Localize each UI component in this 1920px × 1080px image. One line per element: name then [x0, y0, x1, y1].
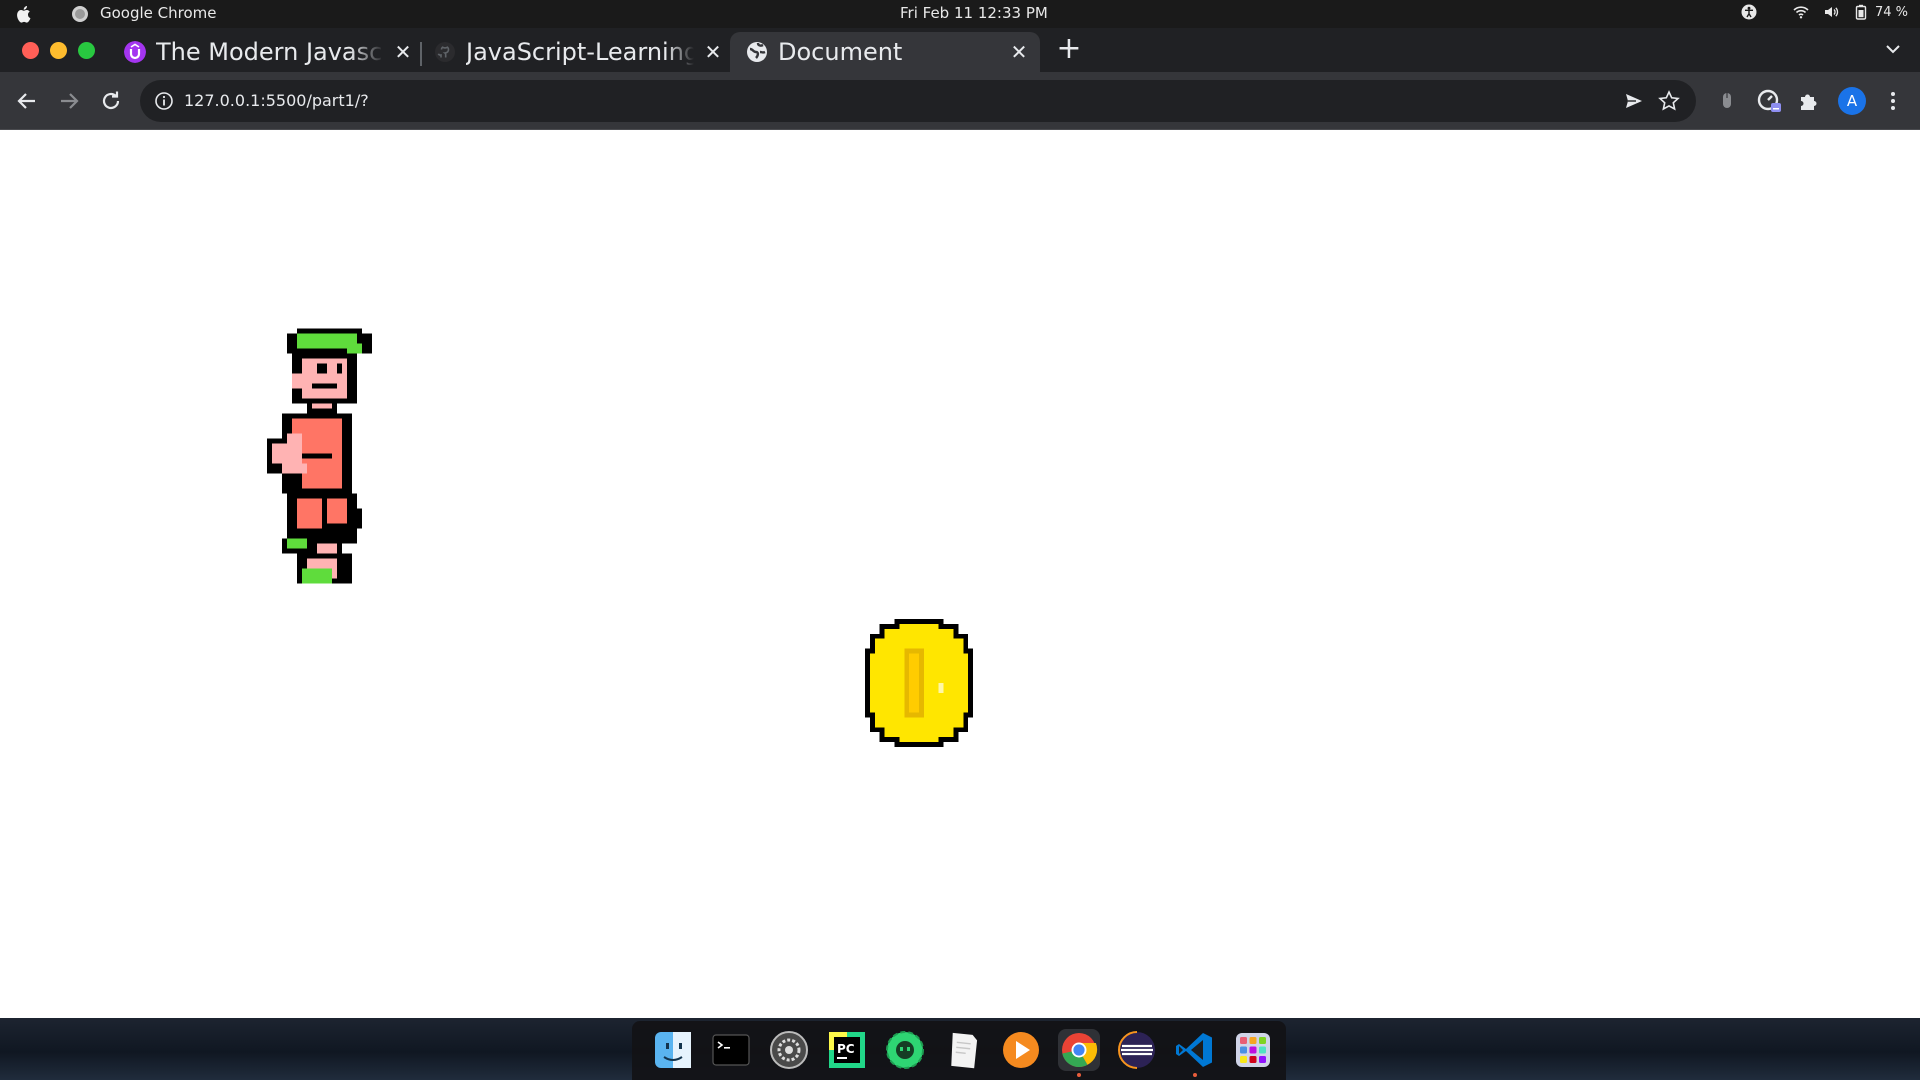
- player-sprite[interactable]: [262, 328, 392, 584]
- browser-toolbar: 127.0.0.1:5500/part1/? A: [0, 72, 1920, 130]
- info-icon[interactable]: [154, 91, 174, 111]
- text-editor-icon[interactable]: [942, 1029, 984, 1071]
- reload-button[interactable]: [98, 88, 124, 114]
- tab-github[interactable]: JavaScript-Learning/Coin-Game ✕: [434, 32, 724, 72]
- send-icon[interactable]: [1624, 91, 1644, 111]
- pycharm-label: PC: [837, 1042, 855, 1056]
- finder-icon[interactable]: [652, 1029, 694, 1071]
- running-indicator: [1193, 1073, 1197, 1077]
- extension-speedometer-icon[interactable]: [1756, 88, 1782, 114]
- active-app-name[interactable]: Google Chrome: [100, 4, 217, 22]
- close-tab-icon[interactable]: ✕: [702, 41, 724, 63]
- page-viewport: [0, 130, 1920, 1018]
- chrome-app-icon: [72, 6, 88, 22]
- chrome-menu-icon[interactable]: [1880, 88, 1906, 114]
- address-bar[interactable]: 127.0.0.1:5500/part1/?: [140, 80, 1696, 122]
- clock[interactable]: Fri Feb 11 12:33 PM: [900, 4, 1048, 22]
- dock: PC: [632, 1021, 1286, 1080]
- running-indicator: [1077, 1073, 1081, 1077]
- eclipse-icon[interactable]: [1116, 1029, 1158, 1071]
- forward-button[interactable]: [56, 88, 82, 114]
- new-tab-button[interactable]: +: [1056, 34, 1082, 64]
- tab-title: Document: [778, 38, 903, 66]
- coin-sprite[interactable]: [860, 618, 978, 748]
- app-grid-icon[interactable]: [1232, 1029, 1274, 1071]
- pycharm-icon[interactable]: PC: [826, 1029, 868, 1071]
- tab-title: The Modern Javascript Bootcamp: [156, 38, 384, 66]
- system-tray: 74 %: [1741, 4, 1908, 20]
- zoom-window-button[interactable]: [78, 42, 95, 59]
- wifi-icon[interactable]: [1793, 4, 1809, 20]
- extensions-puzzle-icon[interactable]: [1796, 88, 1822, 114]
- battery-percent: 74 %: [1874, 4, 1908, 20]
- tab-strip: The Modern Javascript Bootcamp ✕ JavaScr…: [0, 28, 1920, 72]
- chevron-down-icon[interactable]: [1882, 38, 1904, 60]
- extension-mouse-icon[interactable]: [1714, 88, 1740, 114]
- close-window-button[interactable]: [22, 42, 39, 59]
- github-icon: [435, 42, 455, 62]
- bookmark-star-icon[interactable]: [1658, 90, 1680, 112]
- globe-icon: [747, 42, 767, 62]
- media-player-icon[interactable]: [1000, 1029, 1042, 1071]
- terminal-icon[interactable]: [710, 1029, 752, 1071]
- close-tab-icon[interactable]: ✕: [1008, 41, 1030, 63]
- tab-document[interactable]: Document ✕: [730, 32, 1040, 72]
- url-text[interactable]: 127.0.0.1:5500/part1/?: [184, 91, 369, 110]
- chrome-icon[interactable]: [1058, 1029, 1100, 1077]
- back-button[interactable]: [14, 88, 40, 114]
- udemy-icon: [124, 41, 146, 63]
- tab-udemy[interactable]: The Modern Javascript Bootcamp ✕: [124, 32, 414, 72]
- apple-logo-icon[interactable]: [14, 4, 34, 24]
- close-tab-icon[interactable]: ✕: [392, 41, 414, 63]
- profile-avatar[interactable]: A: [1838, 87, 1866, 115]
- vscode-icon[interactable]: [1174, 1029, 1216, 1077]
- volume-icon[interactable]: [1823, 4, 1839, 20]
- accessibility-icon[interactable]: [1741, 4, 1757, 20]
- gear-app-icon[interactable]: [884, 1029, 926, 1071]
- minimize-window-button[interactable]: [50, 42, 67, 59]
- tab-separator: [420, 42, 422, 66]
- battery-icon[interactable]: [1853, 4, 1869, 20]
- settings-icon[interactable]: [768, 1029, 810, 1071]
- tab-title: JavaScript-Learning/Coin-Game: [466, 38, 694, 66]
- system-top-bar: Google Chrome Fri Feb 11 12:33 PM 74 %: [0, 0, 1920, 28]
